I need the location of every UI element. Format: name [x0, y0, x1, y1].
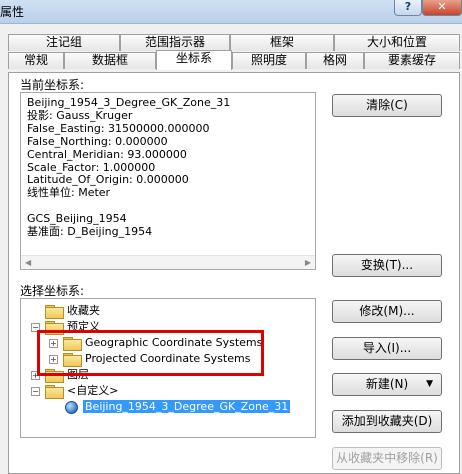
horizontal-scrollbar[interactable]: ◀ ▶ [21, 255, 315, 269]
tab-annotation-groups[interactable]: 注记组 [8, 34, 120, 51]
clear-button[interactable]: 清除(C) [332, 94, 442, 117]
tab-data-frame[interactable]: 数据框 [64, 52, 156, 69]
tab-feature-cache[interactable]: 要素缓存 [364, 52, 460, 69]
collapse-icon[interactable]: − [31, 387, 40, 396]
current-cs-details[interactable]: Beijing_1954_3_Degree_GK_Zone_31 投影: Gau… [20, 92, 316, 270]
close-button[interactable]: ✕ [422, 0, 462, 16]
window-title: 属性 [0, 5, 25, 19]
add-to-favorites-button[interactable]: 添加到收藏夹(D) [332, 410, 442, 433]
selected-cs-item: Beijing_1954_3_Degree_GK_Zone_31 [83, 400, 291, 413]
dropdown-arrow-icon: ▼ [426, 379, 433, 389]
folder-open-icon [45, 385, 64, 399]
highlight-annotation-box [37, 330, 264, 376]
transform-button[interactable]: 变换(T)... [332, 254, 442, 277]
folder-icon [45, 305, 64, 319]
tab-general[interactable]: 常规 [8, 52, 64, 69]
tab-size-position[interactable]: 大小和位置 [334, 34, 460, 51]
current-cs-label: 当前坐标系: [20, 78, 85, 92]
modify-button[interactable]: 修改(M)... [332, 300, 442, 323]
import-button[interactable]: 导入(I)... [332, 337, 442, 360]
remove-from-favorites-button[interactable]: 从收藏夹中移除(R) [332, 447, 442, 470]
tab-illumination[interactable]: 照明度 [232, 52, 306, 69]
scroll-left-icon[interactable]: ◀ [25, 258, 31, 267]
select-cs-label: 选择坐标系: [20, 284, 85, 298]
scroll-right-icon[interactable]: ▶ [305, 258, 311, 267]
help-button[interactable]: ? [394, 0, 422, 16]
tab-grids[interactable]: 格网 [306, 52, 364, 69]
tab-frame[interactable]: 框架 [230, 34, 334, 51]
globe-icon [65, 401, 78, 414]
tab-extent-indicators[interactable]: 范围指示器 [120, 34, 230, 51]
title-bar: 属性 ? ✕ [0, 0, 462, 24]
current-cs-text: Beijing_1954_3_Degree_GK_Zone_31 投影: Gau… [27, 96, 231, 239]
new-button-label: 新建(N) [365, 377, 409, 391]
new-button[interactable]: 新建(N) ▼ [332, 373, 442, 396]
tab-coordinate-system[interactable]: 坐标系 [156, 50, 232, 70]
